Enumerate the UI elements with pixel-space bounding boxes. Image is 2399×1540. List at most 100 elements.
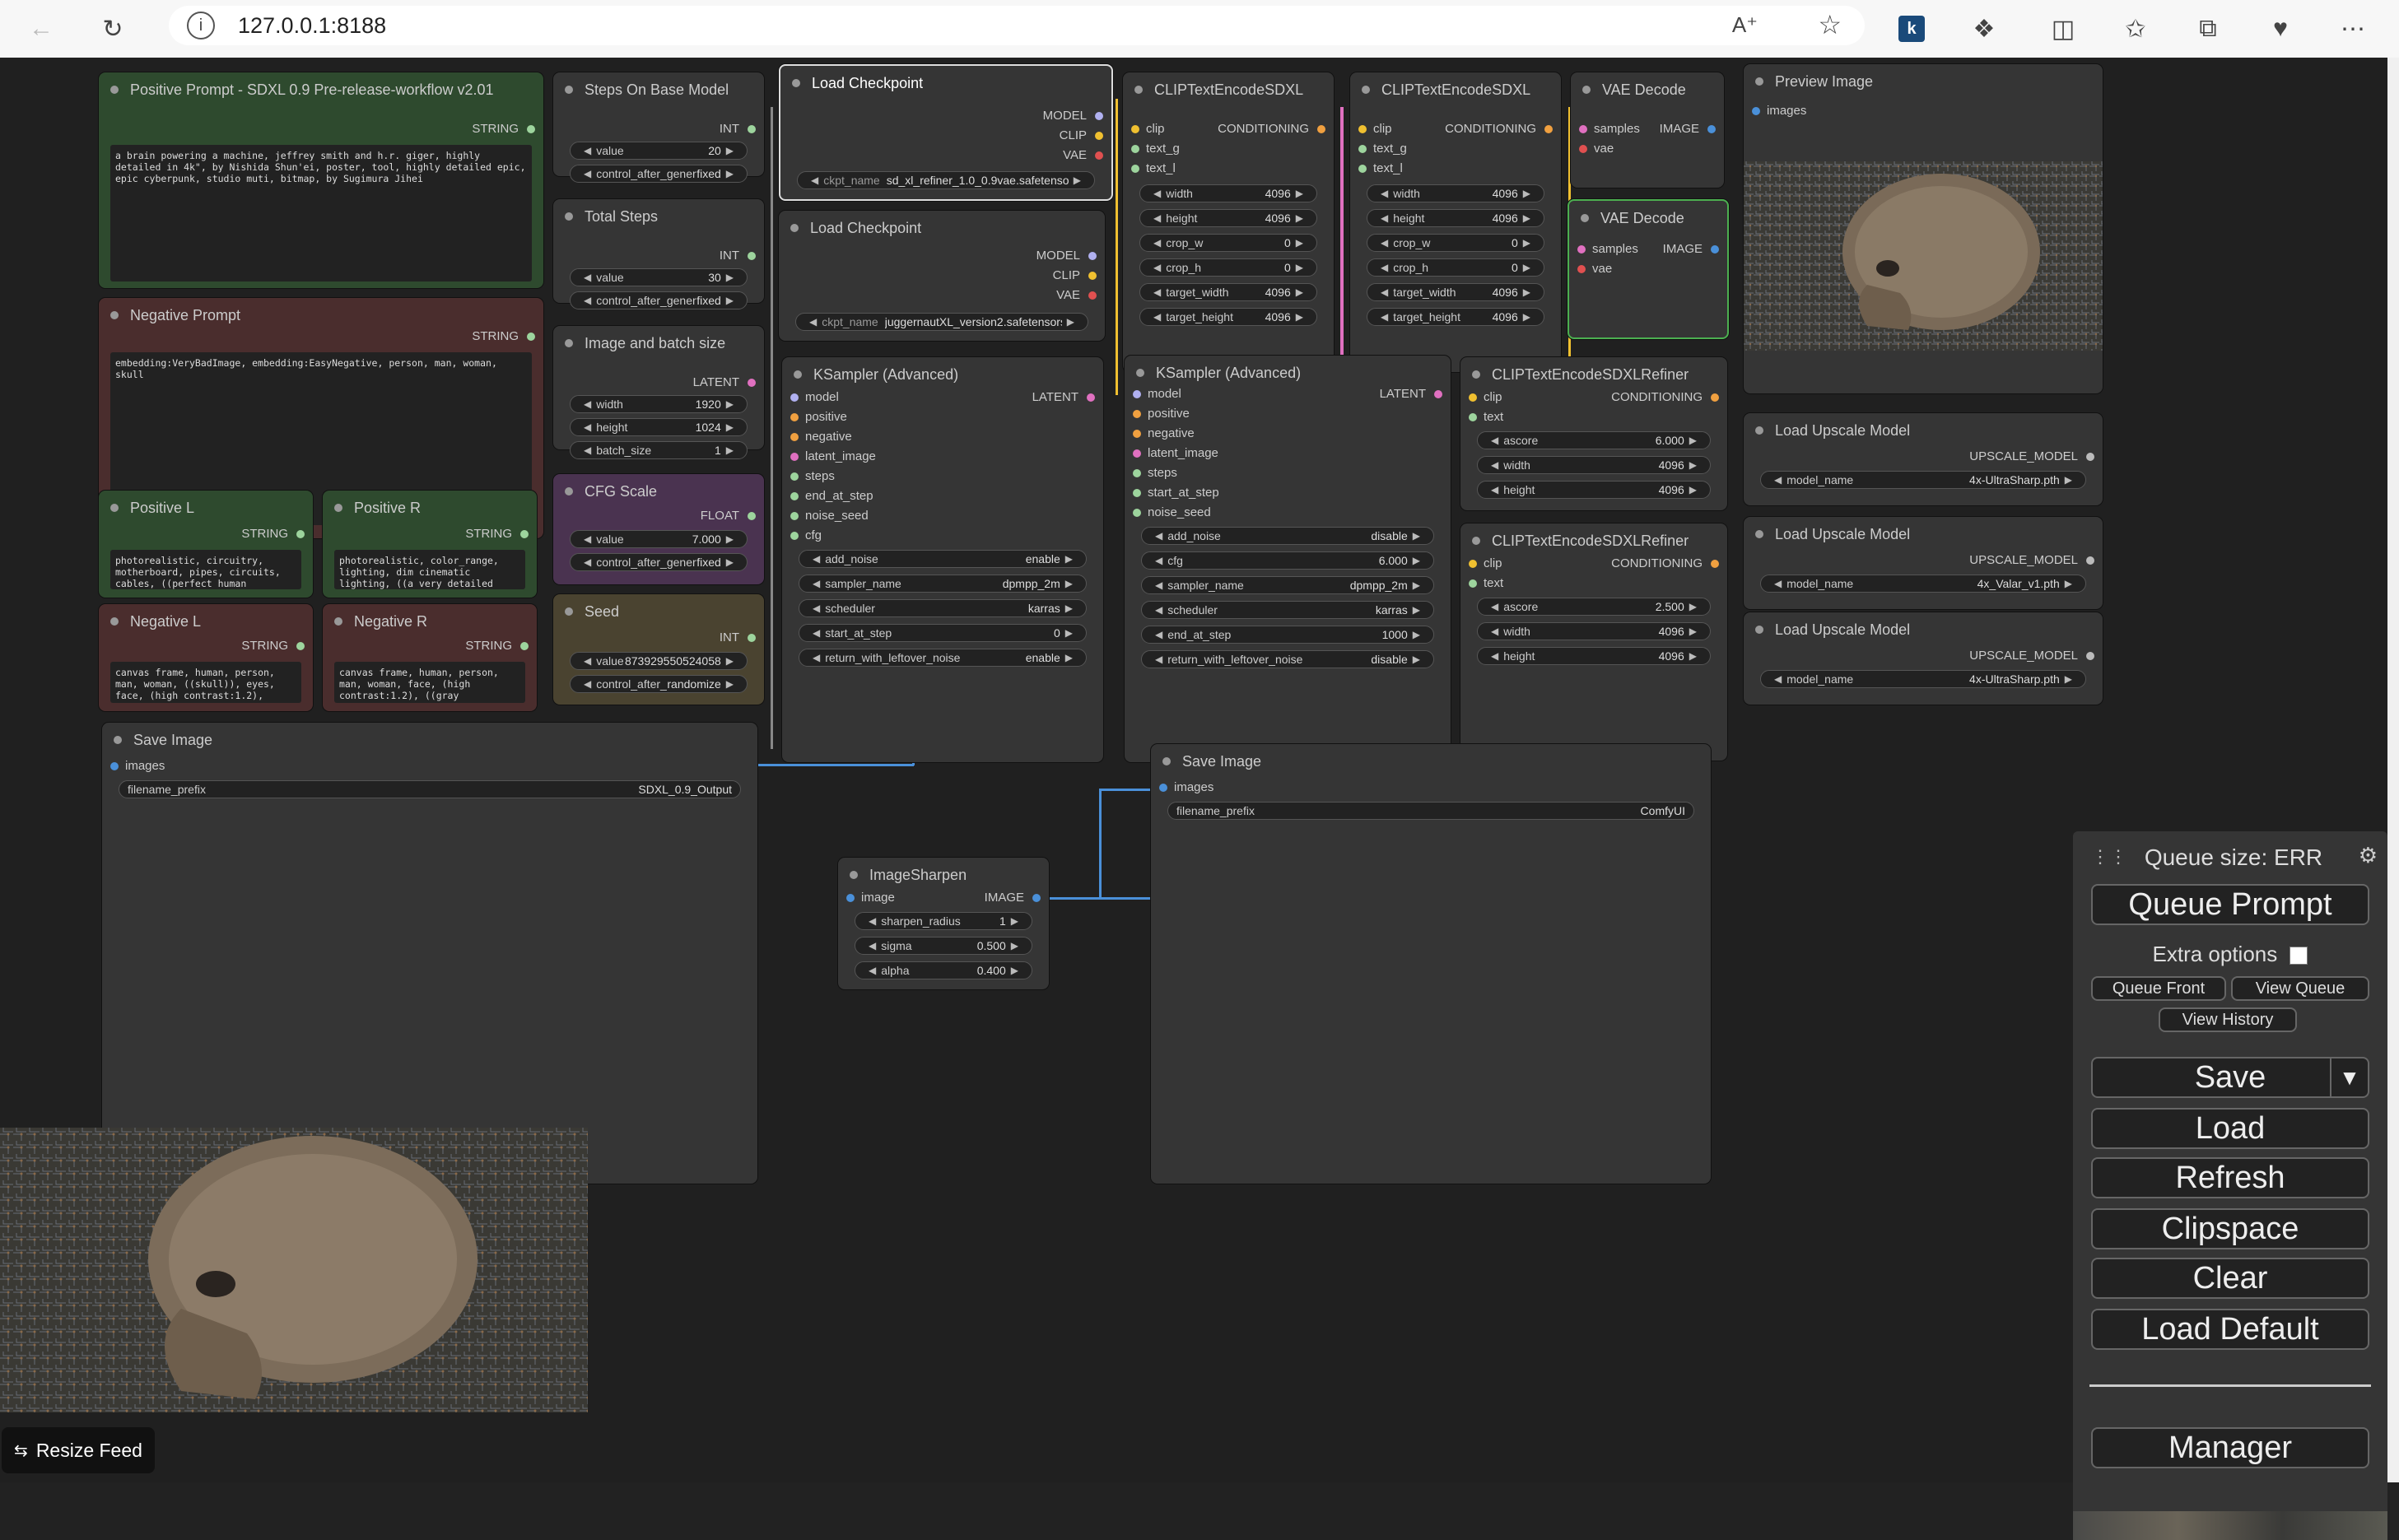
model-name-widget[interactable]: ◀ model_name 4x-UltraSharp.pth ▶	[1760, 670, 2086, 688]
model-socket[interactable]	[1088, 252, 1097, 260]
input-socket[interactable]	[1133, 410, 1141, 418]
control-widget[interactable]: ◀control_after_generatefixed▶	[570, 291, 748, 309]
start-at-step-widget[interactable]: ◀ start_at_step 0 ▶	[799, 624, 1087, 642]
output-socket[interactable]	[748, 512, 756, 520]
height-widget[interactable]: ◀ height 4096 ▶	[1477, 481, 1711, 499]
positive-r-node[interactable]: Positive R STRING photorealistic, color_…	[323, 491, 537, 598]
input-socket[interactable]	[1469, 393, 1477, 402]
preview-image-node[interactable]: Preview Image images	[1744, 64, 2103, 393]
return-with-leftover-noise-widget[interactable]: ◀ return_with_leftover_noise disable ▶	[1141, 650, 1434, 668]
save-button[interactable]: Save ▼	[2091, 1057, 2369, 1098]
clipspace-button[interactable]: Clipspace	[2091, 1208, 2369, 1249]
input-socket[interactable]	[1358, 125, 1367, 133]
sharpen-radius-widget[interactable]: ◀ sharpen_radius 1 ▶	[855, 912, 1032, 930]
scheduler-widget[interactable]: ◀ scheduler karras ▶	[1141, 601, 1434, 619]
ksampler-advanced-refiner-node[interactable]: KSampler (Advanced) LATENT model positiv…	[1125, 356, 1451, 762]
height-widget[interactable]: ◀ height 4096 ▶	[1477, 647, 1711, 665]
clip-socket[interactable]	[1095, 132, 1103, 140]
output-socket[interactable]	[1711, 245, 1719, 254]
prompt-textarea[interactable]: photorealistic, color_range, lighting, d…	[334, 550, 525, 589]
node-graph-canvas[interactable]: Positive Prompt - SDXL 0.9 Pre-release-w…	[0, 58, 2387, 1540]
input-socket[interactable]	[790, 453, 799, 461]
input-socket[interactable]	[1133, 390, 1141, 398]
input-socket[interactable]	[1577, 245, 1586, 254]
control-widget[interactable]: ◀control_after_generatefixed▶	[570, 553, 748, 571]
width-widget[interactable]: ◀ width 1920 ▶	[570, 395, 748, 413]
save-dropdown-icon[interactable]: ▼	[2330, 1058, 2368, 1096]
input-socket[interactable]	[1133, 469, 1141, 477]
input-socket[interactable]	[790, 512, 799, 520]
vae-socket[interactable]	[1088, 291, 1097, 300]
prompt-textarea[interactable]: a brain powering a machine, jeffrey smit…	[110, 145, 532, 281]
negative-l-node[interactable]: Negative L STRING canvas frame, human, p…	[99, 604, 313, 711]
return-with-leftover-noise-widget[interactable]: ◀ return_with_leftover_noise enable ▶	[799, 649, 1087, 667]
width-widget[interactable]: ◀ width 4096 ▶	[1367, 184, 1544, 202]
filename-prefix-widget[interactable]: filename_prefix SDXL_0.9_Output	[119, 780, 741, 798]
input-socket[interactable]	[1133, 509, 1141, 517]
output-socket[interactable]	[527, 333, 535, 341]
input-socket[interactable]	[846, 894, 855, 902]
page-scrollbar[interactable]	[2387, 58, 2399, 1482]
input-socket[interactable]	[1579, 125, 1587, 133]
add-noise-widget[interactable]: ◀ add_noise enable ▶	[799, 550, 1087, 568]
favorites-icon[interactable]: ✩	[2117, 11, 2154, 47]
crop-h-widget[interactable]: ◀ crop_h 0 ▶	[1139, 258, 1317, 277]
crop-w-widget[interactable]: ◀ crop_w 0 ▶	[1367, 234, 1544, 252]
value-widget[interactable]: ◀ value 20 ▶	[570, 142, 748, 160]
clip-text-encode-sdxl-refiner-1-node[interactable]: CLIPTextEncodeSDXLRefiner CONDITIONING c…	[1460, 357, 1727, 510]
queue-front-button[interactable]: Queue Front	[2091, 976, 2226, 1001]
ckpt-name-widget[interactable]: ◀ ckpt_name sd_xl_refiner_1.0_0.9vae.safet…	[797, 171, 1095, 189]
split-screen-icon[interactable]: ◫	[2045, 11, 2081, 47]
target-height-widget[interactable]: ◀ target_height 4096 ▶	[1367, 308, 1544, 326]
input-socket[interactable]	[1133, 430, 1141, 438]
input-socket[interactable]	[1159, 784, 1167, 792]
address-bar[interactable]: i 127.0.0.1:8188 A⁺ ☆	[169, 6, 1865, 45]
image-batch-node[interactable]: Image and batch size LATENT ◀ width 1920 ▶ …	[553, 326, 764, 459]
back-arrow-icon[interactable]: ←	[23, 11, 59, 47]
sampler-name-widget[interactable]: ◀ sampler_name dpmpp_2m ▶	[1141, 576, 1434, 594]
input-socket[interactable]	[1133, 449, 1141, 458]
input-socket[interactable]	[1133, 489, 1141, 497]
vae-decode-1-node[interactable]: VAE Decode IMAGE samples vae	[1571, 72, 1724, 188]
input-socket[interactable]	[1131, 165, 1139, 173]
refresh-button[interactable]: Refresh	[2091, 1157, 2369, 1198]
vae-socket[interactable]	[1095, 151, 1103, 160]
output-socket[interactable]	[2086, 652, 2094, 660]
total-steps-node[interactable]: Total Steps INT ◀ value 30 ▶ ◀ control_after…	[553, 199, 764, 309]
clip-text-encode-sdxl-2-node[interactable]: CLIPTextEncodeSDXL CONDITIONING clip tex…	[1350, 72, 1561, 372]
output-socket[interactable]	[1087, 393, 1095, 402]
alpha-widget[interactable]: ◀ alpha 0.400 ▶	[855, 961, 1032, 979]
input-socket[interactable]	[110, 762, 119, 770]
output-socket[interactable]	[1434, 390, 1442, 398]
output-socket[interactable]	[1032, 894, 1041, 902]
output-socket[interactable]	[1707, 125, 1716, 133]
target-width-widget[interactable]: ◀ target_width 4096 ▶	[1367, 283, 1544, 301]
input-socket[interactable]	[790, 413, 799, 421]
seed-node[interactable]: Seed INT ◀ value 873929550524058 ▶ ◀ control…	[553, 594, 764, 705]
input-socket[interactable]	[1469, 413, 1477, 421]
height-widget[interactable]: ◀ height 1024 ▶	[570, 418, 748, 436]
clip-socket[interactable]	[1088, 272, 1097, 280]
output-socket[interactable]	[748, 252, 756, 260]
batch-widget[interactable]: ◀ batch_size 1 ▶	[570, 441, 748, 459]
save-image-1-node[interactable]: Save Image images filename_prefix SDXL_0.…	[102, 723, 757, 1184]
seed-value-widget[interactable]: ◀ value 873929550524058 ▶	[570, 652, 748, 670]
steps-base-node[interactable]: Steps On Base Model INT ◀ value 20 ▶ ◀ contr…	[553, 72, 764, 183]
prompt-textarea[interactable]: canvas frame, human, person, man, woman,…	[110, 662, 301, 703]
output-socket[interactable]	[1317, 125, 1325, 133]
collections-icon[interactable]: ⧉	[2190, 11, 2226, 47]
ascore-widget[interactable]: ◀ ascore 2.500 ▶	[1477, 598, 1711, 616]
crop-h-widget[interactable]: ◀ crop_h 0 ▶	[1367, 258, 1544, 277]
reload-icon[interactable]: ↻	[95, 11, 131, 47]
input-socket[interactable]	[1131, 125, 1139, 133]
input-socket[interactable]	[1358, 145, 1367, 153]
clip-text-encode-sdxl-refiner-2-node[interactable]: CLIPTextEncodeSDXLRefiner CONDITIONING c…	[1460, 523, 1727, 761]
more-menu-icon[interactable]: ⋯	[2335, 11, 2371, 47]
image-sharpen-node[interactable]: ImageSharpen image IMAGE ◀ sharpen_radius…	[838, 858, 1049, 989]
height-widget[interactable]: ◀ height 4096 ▶	[1367, 209, 1544, 227]
control-widget[interactable]: ◀control_after_generatefixed▶	[570, 165, 748, 183]
clip-text-encode-sdxl-1-node[interactable]: CLIPTextEncodeSDXL CONDITIONING clip tex…	[1123, 72, 1334, 372]
control-widget[interactable]: ◀control_after_generaterandomize▶	[570, 675, 748, 693]
output-socket[interactable]	[1711, 393, 1719, 402]
output-socket[interactable]	[296, 642, 305, 650]
